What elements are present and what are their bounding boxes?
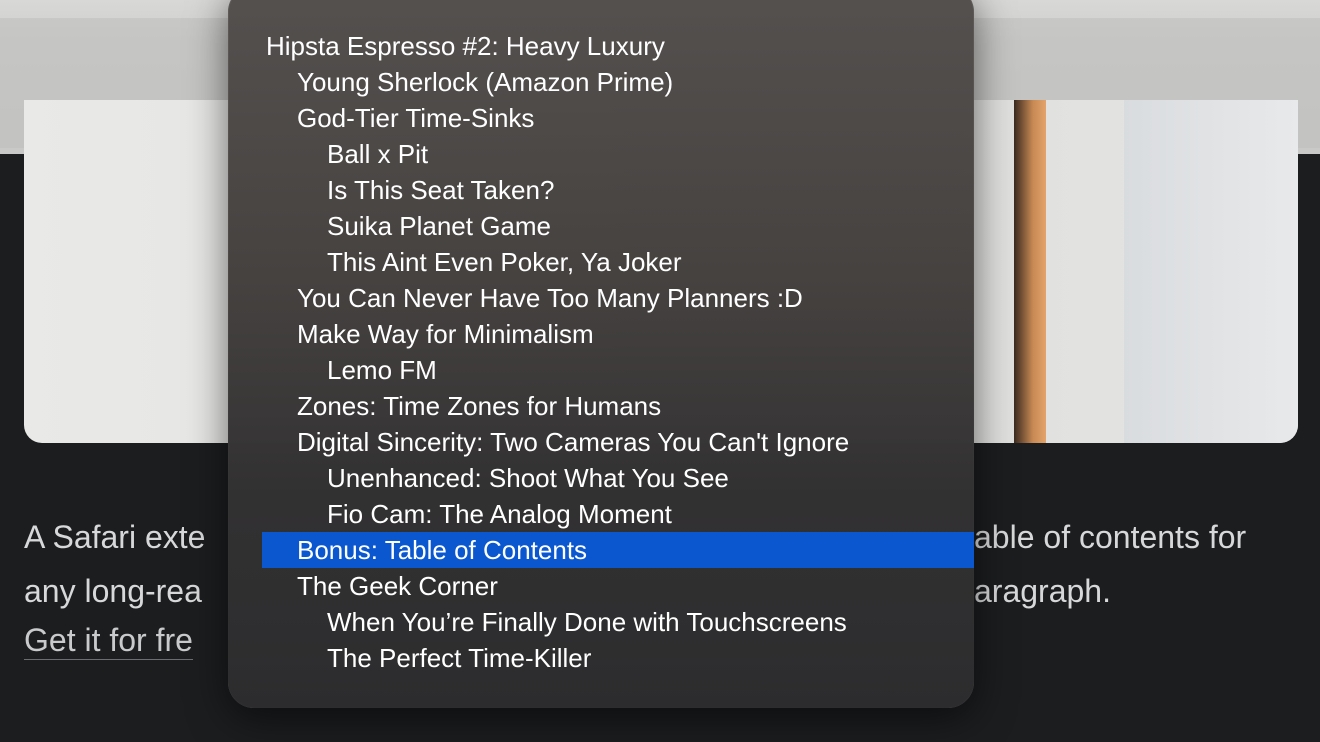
toc-menu-item[interactable]: God-Tier Time-Sinks — [262, 100, 974, 136]
toc-menu-item[interactable]: Zones: Time Zones for Humans — [262, 388, 974, 424]
article-line-2-left: any long-rea — [24, 573, 202, 609]
toc-menu-item[interactable]: You Can Never Have Too Many Planners :D — [262, 280, 974, 316]
toc-menu-item[interactable]: Digital Sincerity: Two Cameras You Can't… — [262, 424, 974, 460]
toc-menu-item[interactable]: When You’re Finally Done with Touchscree… — [262, 604, 974, 640]
toc-popup-menu: Hipsta Espresso #2: Heavy Luxury Young Sh… — [228, 0, 974, 708]
toc-menu-item-selected[interactable]: Bonus: Table of Contents — [262, 532, 974, 568]
toc-menu-item[interactable]: Fio Cam: The Analog Moment — [262, 496, 974, 532]
toc-menu-item[interactable]: Hipsta Espresso #2: Heavy Luxury — [262, 28, 944, 64]
get-it-link[interactable]: Get it for fre — [24, 622, 193, 660]
toc-menu-item[interactable]: The Perfect Time-Killer — [262, 640, 974, 676]
article-line-2-right: aragraph. — [974, 573, 1111, 609]
toc-menu-item[interactable]: Ball x Pit — [262, 136, 974, 172]
hero-phone-edge — [1014, 100, 1046, 443]
toc-menu-item[interactable]: Is This Seat Taken? — [262, 172, 974, 208]
toc-menu-item[interactable]: Make Way for Minimalism — [262, 316, 974, 352]
toc-menu-item[interactable]: Suika Planet Game — [262, 208, 974, 244]
article-line-1-left: A Safari exte — [24, 519, 206, 555]
toc-menu-item[interactable]: The Geek Corner — [262, 568, 974, 604]
hero-phone-side — [1124, 100, 1298, 443]
toc-menu-item[interactable]: Lemo FM — [262, 352, 974, 388]
article-line-1-right: able of contents for — [974, 519, 1247, 555]
toc-menu-item[interactable]: This Aint Even Poker, Ya Joker — [262, 244, 974, 280]
toc-menu-item[interactable]: Unenhanced: Shoot What You See — [262, 460, 974, 496]
page: A Safari exte able of contents for any l… — [0, 0, 1320, 742]
toc-menu-item[interactable]: Young Sherlock (Amazon Prime) — [262, 64, 974, 100]
